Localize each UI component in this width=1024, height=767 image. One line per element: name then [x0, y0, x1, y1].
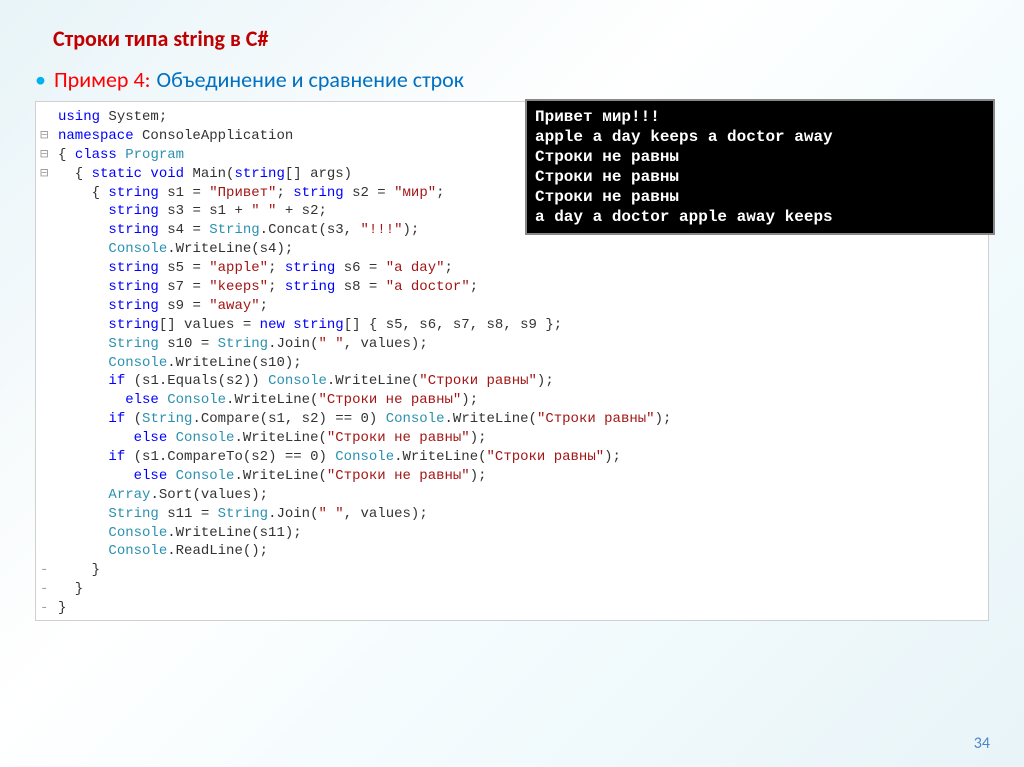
page-number: 34	[974, 734, 990, 753]
example-description: Объединение и сравнение строк	[157, 66, 464, 93]
console-output: Привет мир!!! apple a day keeps a doctor…	[525, 99, 995, 235]
example-label: Пример 4:	[54, 66, 151, 93]
slide-title: Строки типа string в C#	[53, 25, 989, 52]
bullet-icon: •	[35, 69, 46, 91]
subtitle-row: • Пример 4: Объединение и сравнение стро…	[35, 66, 989, 93]
